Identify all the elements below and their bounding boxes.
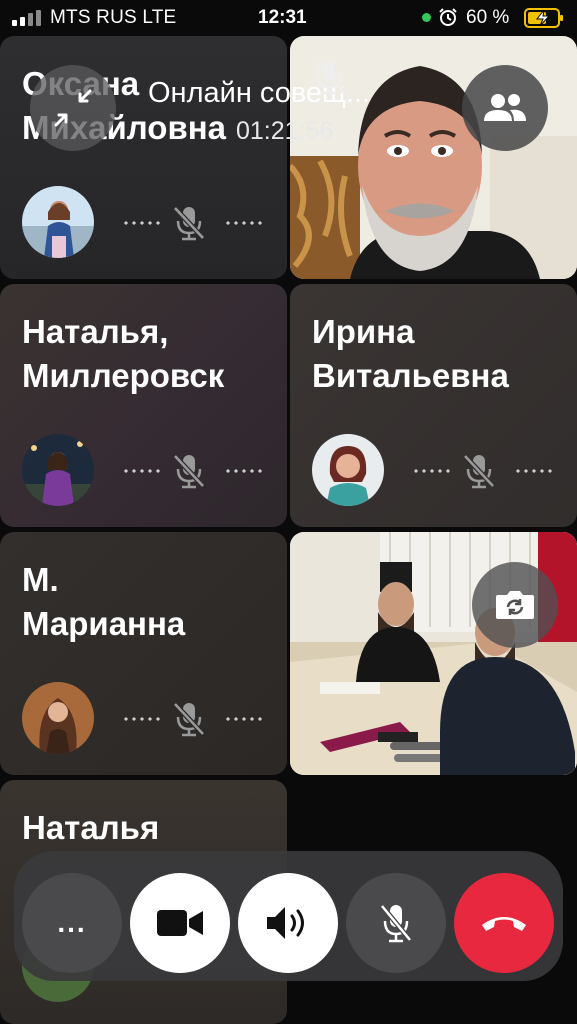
avatar — [22, 682, 94, 754]
signal-icon — [12, 10, 41, 26]
participant-tile[interactable]: М. Марианна — [0, 532, 287, 775]
clock: 12:31 — [258, 7, 307, 28]
mic-off-icon — [173, 454, 205, 489]
more-icon: ... — [57, 907, 87, 938]
speaker-icon — [267, 907, 304, 939]
hang-up-icon — [482, 917, 526, 931]
mic-off-icon — [173, 206, 205, 241]
participant-tile[interactable]: Ирина Витальевна — [290, 284, 577, 527]
participant-name: Наталья — [22, 809, 160, 846]
battery-charging-icon — [524, 8, 563, 28]
mic-off-icon — [173, 702, 205, 737]
participant-name: М. Марианна — [22, 561, 186, 642]
participant-name: Ирина Витальевна — [312, 313, 509, 394]
call-timer: 01:21:56 — [236, 117, 334, 145]
call-controls: ... — [14, 851, 563, 981]
participant-name: Наталья, Миллеровск — [22, 313, 225, 394]
avatar — [312, 434, 384, 506]
carrier-label: MTS RUS LTE — [50, 7, 177, 28]
avatar — [22, 434, 94, 506]
more-button[interactable]: ... — [22, 873, 122, 973]
participants-button[interactable] — [462, 65, 548, 151]
alarm-icon — [439, 8, 457, 26]
speaker-button[interactable] — [238, 873, 338, 973]
status-bar: MTS RUS LTE 12:31 60 % — [0, 0, 577, 36]
video-camera-icon — [157, 910, 203, 936]
mic-status — [122, 452, 262, 489]
minimize-call-button[interactable] — [30, 65, 116, 151]
collapse-icon — [54, 89, 92, 127]
mic-status — [412, 452, 552, 489]
video-toggle-button[interactable] — [130, 873, 230, 973]
avatar — [22, 186, 94, 258]
mic-status — [122, 700, 262, 737]
mic-in-use-indicator — [422, 13, 431, 22]
camera-switch-icon — [496, 591, 534, 619]
mic-off-icon — [463, 454, 495, 489]
people-icon — [484, 94, 526, 121]
mic-status — [122, 204, 262, 241]
participant-tile[interactable]: Наталья, Миллеровск — [0, 284, 287, 527]
battery-percentage: 60 % — [466, 7, 510, 28]
mic-off-icon — [313, 60, 345, 95]
hang-up-button[interactable] — [454, 873, 554, 973]
mic-off-icon — [380, 904, 412, 943]
mic-toggle-button[interactable] — [346, 873, 446, 973]
switch-camera-button[interactable] — [472, 562, 558, 648]
